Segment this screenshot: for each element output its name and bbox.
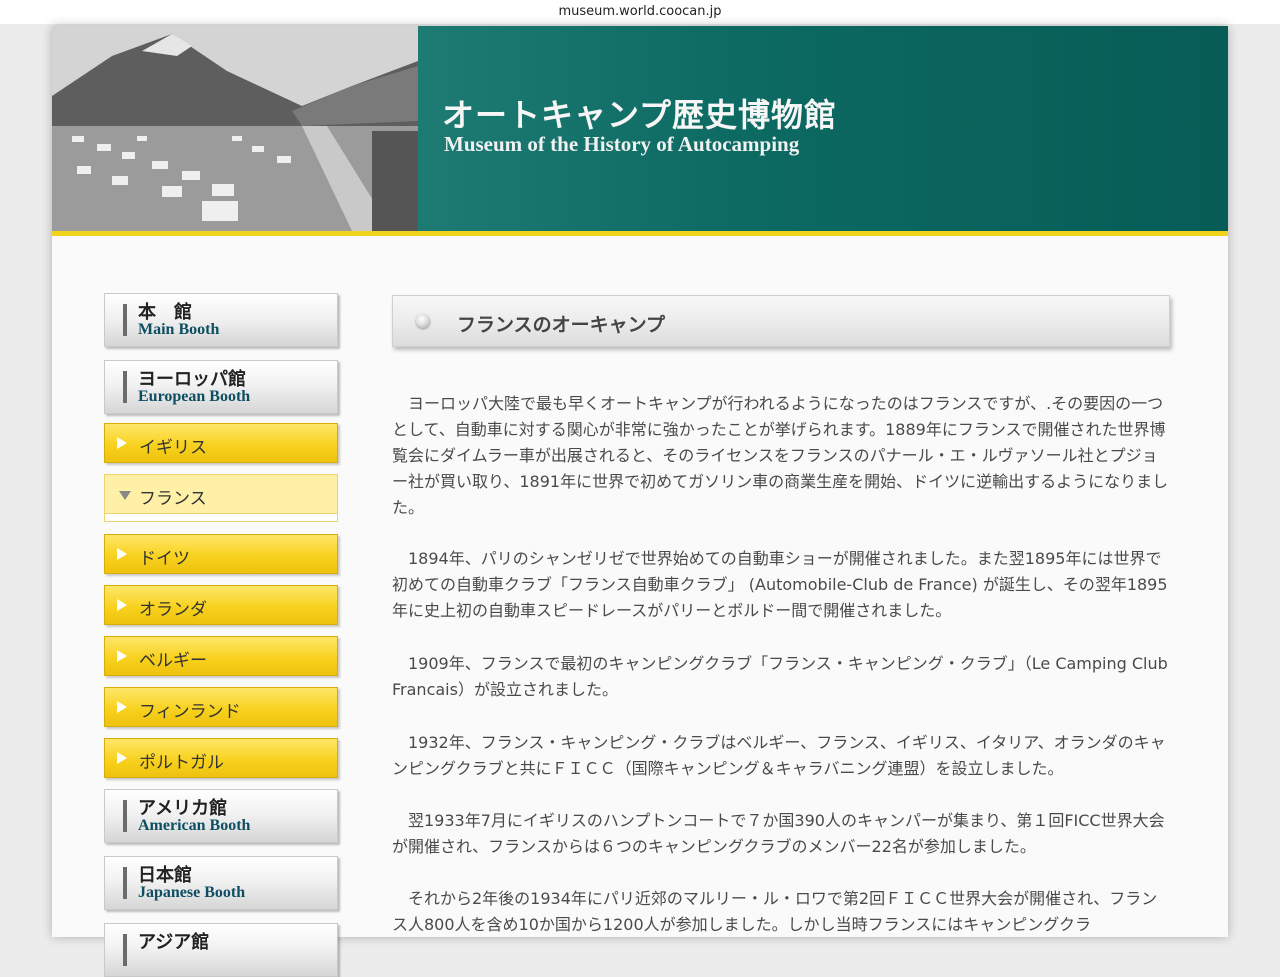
header-accent-stripe bbox=[52, 231, 1228, 236]
nav-country-label: フランス bbox=[139, 489, 207, 509]
nav-american-booth-en: American Booth bbox=[138, 817, 251, 834]
nav-japanese-booth[interactable]: 日本館 Japanese Booth bbox=[104, 856, 338, 910]
nav-country-label: ベルギー bbox=[139, 651, 207, 671]
site-title-en: Museum of the History of Autocamping bbox=[444, 132, 800, 156]
nav-country-label: ドイツ bbox=[139, 549, 190, 569]
nav-asia-booth-ja: アジア館 bbox=[138, 932, 210, 953]
nav-country-label: イギリス bbox=[139, 438, 207, 458]
nav-country-germany[interactable]: ドイツ bbox=[104, 534, 338, 574]
nav-european-booth-en: European Booth bbox=[138, 388, 251, 405]
nav-country-label: フィンランド bbox=[139, 702, 241, 722]
active-submenu-area bbox=[104, 513, 338, 522]
nav-main-booth[interactable]: 本 館 Main Booth bbox=[104, 293, 338, 347]
nav-country-belgium[interactable]: ベルギー bbox=[104, 636, 338, 676]
nav-country-label: オランダ bbox=[139, 600, 207, 620]
triangle-right-icon bbox=[117, 752, 127, 764]
nav-japanese-booth-en: Japanese Booth bbox=[138, 884, 246, 901]
site-header: オートキャンプ歴史博物館 Museum of the History of Au… bbox=[52, 26, 1228, 236]
url-bar[interactable]: museum.world.coocan.jp bbox=[0, 0, 1280, 24]
booth-bar-marker bbox=[123, 867, 127, 899]
bullet-circle-icon bbox=[416, 314, 430, 328]
triangle-down-icon bbox=[119, 491, 131, 500]
nav-country-portugal[interactable]: ポルトガル bbox=[104, 738, 338, 778]
header-campground-photo bbox=[52, 26, 418, 231]
triangle-right-icon bbox=[117, 437, 127, 449]
article-paragraph: 1894年、パリのシャンゼリゼで世界始めての自動車ショーが開催されました。また翌… bbox=[392, 549, 1168, 620]
article-paragraph: 1909年、フランスで最初のキャンピングクラブ「フランス・キャンピング・クラブ」… bbox=[392, 654, 1168, 699]
nav-american-booth[interactable]: アメリカ館 American Booth bbox=[104, 789, 338, 843]
booth-bar-marker bbox=[123, 371, 127, 403]
nav-european-booth[interactable]: ヨーロッパ館 European Booth bbox=[104, 360, 338, 414]
nav-country-label: ポルトガル bbox=[139, 753, 224, 773]
triangle-right-icon bbox=[117, 548, 127, 560]
section-heading: フランスのオーキャンプ bbox=[457, 314, 666, 336]
triangle-right-icon bbox=[117, 701, 127, 713]
triangle-right-icon bbox=[117, 599, 127, 611]
nav-country-finland[interactable]: フィンランド bbox=[104, 687, 338, 727]
nav-main-booth-en: Main Booth bbox=[138, 321, 220, 338]
page: オートキャンプ歴史博物館 Museum of the History of Au… bbox=[52, 26, 1228, 977]
booth-bar-marker bbox=[123, 934, 127, 966]
site-title-ja: オートキャンプ歴史博物館 bbox=[442, 96, 838, 134]
section-heading-bar: フランスのオーキャンプ bbox=[392, 295, 1170, 347]
triangle-right-icon bbox=[117, 650, 127, 662]
article-paragraph: ヨーロッパ大陸で最も早くオートキャンプが行われるようになったのはフランスですが、… bbox=[392, 394, 1169, 517]
booth-bar-marker bbox=[123, 304, 127, 336]
booth-bar-marker bbox=[123, 800, 127, 832]
nav-country-uk[interactable]: イギリス bbox=[104, 423, 338, 463]
header-title-panel: オートキャンプ歴史博物館 Museum of the History of Au… bbox=[418, 26, 1228, 231]
nav-country-netherlands[interactable]: オランダ bbox=[104, 585, 338, 625]
nav-asia-booth[interactable]: アジア館 bbox=[104, 923, 338, 977]
article-paragraph: 1932年、フランス・キャンピング・クラブはベルギー、フランス、イギリス、イタリ… bbox=[392, 733, 1166, 778]
url-text: museum.world.coocan.jp bbox=[558, 4, 722, 19]
article-paragraph: 翌1933年7月にイギリスのハンプトンコートで７か国390人のキャンパーが集まり… bbox=[392, 811, 1165, 856]
nav-country-france[interactable]: フランス bbox=[104, 474, 338, 514]
article-paragraph: それから2年後の1934年にパリ近郊のマルリー・ル・ロワで第2回ＦＩＣＣ世界大会… bbox=[392, 889, 1158, 934]
